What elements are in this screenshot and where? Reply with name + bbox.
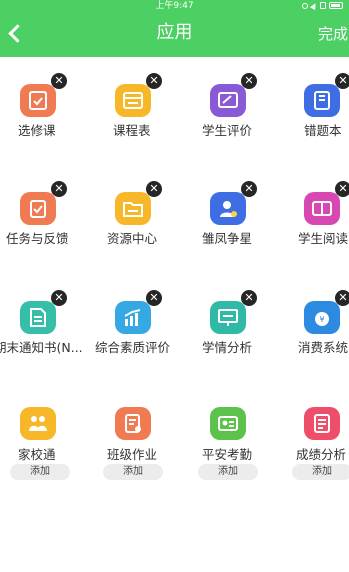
- available-app-tile[interactable]: 班级作业 添加: [95, 407, 195, 480]
- app-label: 学情分析: [202, 340, 253, 355]
- document-icon: [20, 301, 56, 334]
- app-tile[interactable]: ✕ 选修课: [0, 73, 100, 140]
- app-label: 家校通: [18, 447, 56, 462]
- app-label: 成绩分析: [296, 447, 347, 462]
- app-label: 资源中心: [107, 231, 158, 246]
- app-tile[interactable]: ✕ 资源中心: [95, 181, 195, 248]
- remove-app-button[interactable]: ✕: [335, 290, 349, 306]
- app-tile[interactable]: ✕ 课程表: [95, 73, 195, 140]
- app-label: 错题本: [304, 123, 342, 138]
- notebook-icon: [304, 84, 340, 117]
- edit-note-icon: [210, 84, 246, 117]
- app-label: 综合素质评价: [95, 340, 171, 355]
- schedule-icon: [115, 84, 151, 117]
- id-card-icon: [210, 407, 246, 440]
- app-tile[interactable]: ✕ 任务与反馈: [0, 181, 100, 248]
- status-time: 上午9:47: [155, 1, 194, 11]
- app-tile[interactable]: ✕ 学生阅读: [280, 181, 349, 248]
- navigation-icon: [309, 1, 319, 10]
- app-tile[interactable]: ¥ ✕ 消费系统: [280, 290, 349, 357]
- add-app-button[interactable]: 添加: [198, 464, 258, 480]
- remove-app-button[interactable]: ✕: [51, 290, 67, 306]
- book-icon: [304, 192, 340, 225]
- folder-icon: [115, 192, 151, 225]
- checklist-icon: [20, 84, 56, 117]
- money-bag-icon: ¥: [304, 301, 340, 334]
- report-icon: [304, 407, 340, 440]
- app-label: 学生阅读: [298, 231, 349, 246]
- family-icon: [20, 407, 56, 440]
- remove-app-button[interactable]: ✕: [146, 290, 162, 306]
- remove-app-button[interactable]: ✕: [335, 181, 349, 197]
- remove-app-button[interactable]: ✕: [146, 181, 162, 197]
- user-star-icon: [210, 192, 246, 225]
- lock-icon: [320, 2, 326, 9]
- remove-app-button[interactable]: ✕: [241, 290, 257, 306]
- app-label: 消费系统: [298, 340, 349, 355]
- done-button[interactable]: 完成: [318, 24, 348, 44]
- remove-app-button[interactable]: ✕: [335, 73, 349, 89]
- remove-app-button[interactable]: ✕: [241, 181, 257, 197]
- add-app-button[interactable]: 添加: [292, 464, 349, 480]
- add-app-button[interactable]: 添加: [10, 464, 70, 480]
- remove-app-button[interactable]: ✕: [51, 181, 67, 197]
- homework-icon: [115, 407, 151, 440]
- app-label: 期末通知书(N...: [0, 340, 83, 355]
- app-label: 雏凤争星: [202, 231, 253, 246]
- remove-app-button[interactable]: ✕: [51, 73, 67, 89]
- top-bar: 上午9:47 应用 完成: [0, 0, 349, 57]
- app-tile[interactable]: ✕ 期末通知书(N...: [0, 290, 100, 357]
- app-label: 班级作业: [107, 447, 158, 462]
- battery-icon: [329, 2, 343, 9]
- app-label: 平安考勤: [202, 447, 253, 462]
- available-app-tile[interactable]: 家校通 添加: [0, 407, 100, 480]
- clipboard-check-icon: [20, 192, 56, 225]
- remove-app-button[interactable]: ✕: [146, 73, 162, 89]
- svg-text:¥: ¥: [319, 315, 324, 324]
- app-tile[interactable]: ✕ 雏凤争星: [186, 181, 286, 248]
- available-app-tile[interactable]: 平安考勤 添加: [186, 407, 286, 480]
- available-app-tile[interactable]: 成绩分析 添加: [280, 407, 349, 480]
- location-icon: [302, 2, 308, 9]
- page-title: 应用: [156, 22, 193, 43]
- remove-app-button[interactable]: ✕: [241, 73, 257, 89]
- app-tile[interactable]: ✕ 学生评价: [186, 73, 286, 140]
- app-label: 学生评价: [202, 123, 253, 138]
- app-tile[interactable]: ✕ 学情分析: [186, 290, 286, 357]
- status-icons: [302, 1, 343, 10]
- app-tile[interactable]: ✕ 错题本: [280, 73, 349, 140]
- app-label: 任务与反馈: [6, 231, 69, 246]
- bar-chart-icon: [115, 301, 151, 334]
- app-label: 选修课: [18, 123, 56, 138]
- status-bar: 上午9:47: [0, 0, 349, 12]
- app-label: 课程表: [113, 123, 151, 138]
- presentation-icon: [210, 301, 246, 334]
- app-tile[interactable]: ✕ 综合素质评价: [95, 290, 195, 357]
- add-app-button[interactable]: 添加: [103, 464, 163, 480]
